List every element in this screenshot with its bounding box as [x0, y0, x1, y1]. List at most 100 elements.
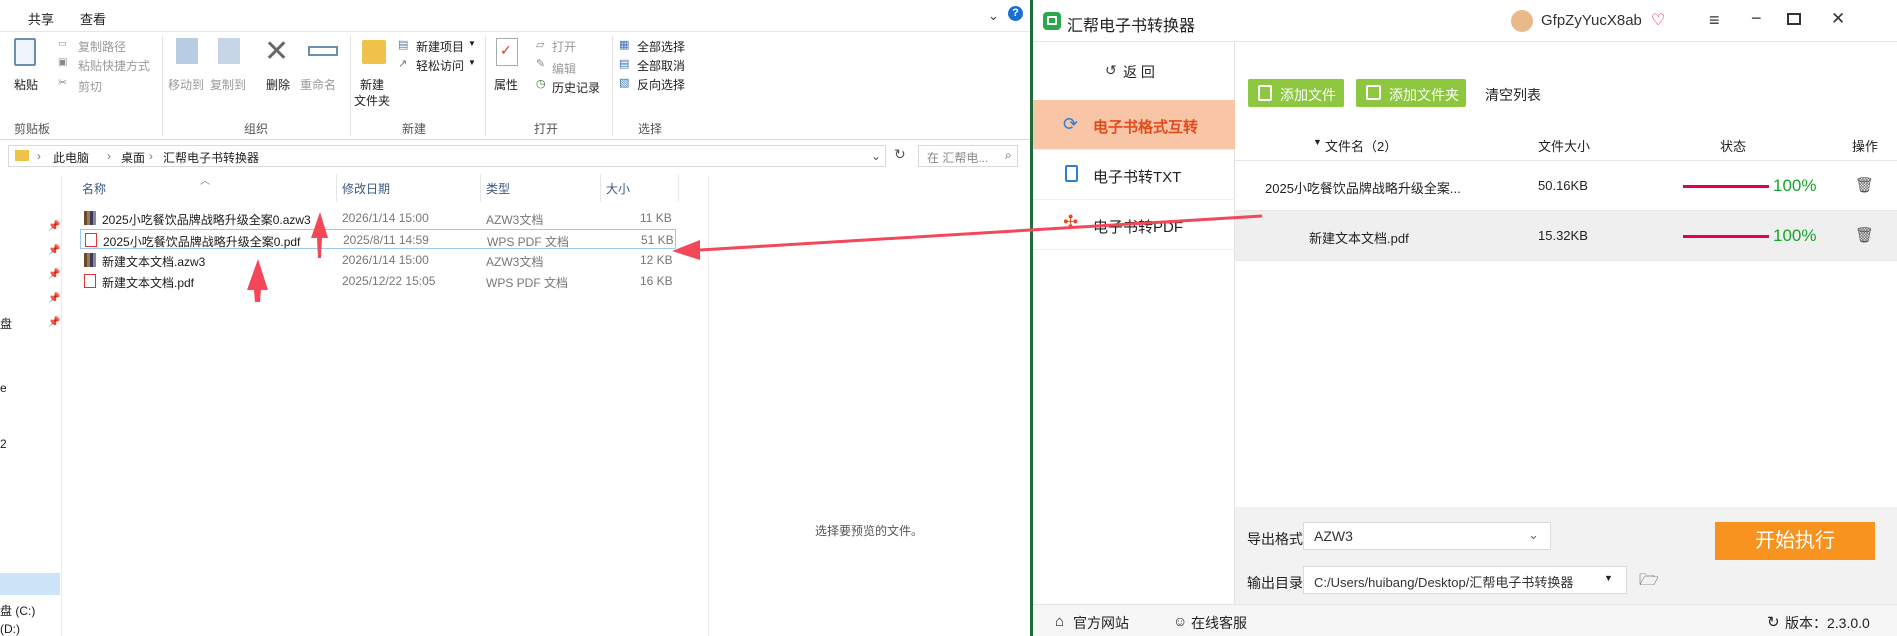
copy-to-button[interactable]: 复制到 — [210, 76, 246, 93]
add-file-icon — [1258, 85, 1272, 101]
search-input[interactable]: 在 汇帮电... — [918, 145, 1018, 167]
output-dir-select[interactable]: C:/Users/huibang/Desktop/汇帮电子书转换器 ▼ — [1303, 566, 1627, 594]
rename-icon — [308, 46, 338, 56]
file-row-selected[interactable]: 2025小吃餐饮品牌战略升级全案0.pdf 2025/8/11 14:59 WP… — [80, 229, 676, 249]
paste-shortcut-button[interactable]: 粘贴快捷方式 — [78, 57, 150, 74]
column-divider[interactable] — [336, 174, 337, 202]
history-button[interactable]: 历史记录 — [552, 79, 600, 96]
column-header-name[interactable]: 名称 — [82, 180, 106, 197]
tab-view[interactable]: 查看 — [80, 9, 106, 28]
minimize-icon[interactable]: − — [1751, 8, 1762, 29]
open-icon: ▱ — [536, 39, 545, 51]
official-website-link[interactable]: 官方网站 — [1073, 613, 1129, 633]
progress-percent: 100% — [1773, 176, 1817, 195]
vip-heart-icon[interactable]: ♡ — [1651, 10, 1665, 30]
sidebar-item-to-pdf[interactable]: ✣ 电子书转PDF — [1033, 200, 1235, 250]
add-file-button[interactable]: 添加文件 — [1248, 79, 1344, 107]
navigation-pane[interactable]: 📌 📌 📌 📌 📌 盘 e 2 盘 (C:) (D:) — [0, 175, 62, 636]
search-icon[interactable]: ⌕ — [1005, 148, 1012, 163]
edit-button[interactable]: 编辑 — [552, 60, 576, 77]
column-header-type[interactable]: 类型 — [486, 180, 510, 197]
table-row-selected[interactable]: 新建文本文档.pdf 15.32KB 100% 🗑 — [1235, 211, 1897, 261]
address-bar[interactable]: › 此电脑 › 桌面 › 汇帮电子书转换器 ⌄ — [8, 145, 886, 167]
export-format-select[interactable]: AZW3 ⌄ — [1303, 522, 1551, 550]
book-logo-icon — [1047, 16, 1057, 25]
app-statusbar: ⌂ 官方网站 ☺ 在线客服 ↻ 版本：2.3.0.0 — [1033, 604, 1897, 636]
sort-down-icon[interactable]: ▼ — [1313, 137, 1322, 147]
trash-icon[interactable]: 🗑 — [1855, 226, 1874, 244]
group-label-select: 选择 — [638, 122, 663, 136]
add-folder-icon — [1366, 85, 1381, 100]
online-support-link[interactable]: 在线客服 — [1191, 613, 1247, 633]
add-folder-label: 添加文件夹 — [1389, 87, 1459, 103]
ribbon-toolbar: 粘贴 ▭ 复制路径 ▣ 粘贴快捷方式 ✂ 剪切 剪贴板 移动到 复制到 ✕ 删除… — [0, 32, 1030, 140]
open-folder-icon[interactable]: 🗁 — [1639, 569, 1659, 596]
open-button[interactable]: 打开 — [552, 38, 576, 55]
select-none-button[interactable]: 全部取消 — [637, 57, 685, 74]
column-header-modified[interactable]: 修改日期 — [342, 180, 390, 197]
add-folder-button[interactable]: 添加文件夹 — [1356, 79, 1466, 107]
ribbon-tab-bar: 共享 查看 ⌄ ? — [0, 0, 1030, 32]
nav-item-fragment[interactable]: e — [0, 381, 7, 395]
nav-item-selected[interactable] — [0, 573, 60, 595]
row-filesize: 50.16KB — [1538, 178, 1588, 193]
paste-button[interactable]: 粘贴 — [14, 76, 38, 93]
start-button[interactable]: 开始执行 — [1715, 522, 1875, 560]
maximize-icon[interactable] — [1787, 13, 1801, 25]
breadcrumb-this-pc[interactable]: 此电脑 — [53, 149, 89, 166]
properties-button[interactable]: 属性 — [494, 76, 518, 93]
column-header-size[interactable]: 大小 — [606, 180, 630, 197]
cut-button[interactable]: 剪切 — [78, 78, 102, 95]
nav-item-fragment[interactable]: 2 — [0, 437, 7, 451]
new-item-button[interactable]: 新建项目 — [416, 38, 464, 55]
sidebar-item-to-txt[interactable]: 电子书转TXT — [1033, 150, 1235, 200]
new-folder-button-line1[interactable]: 新建 — [360, 76, 384, 93]
file-row[interactable]: 2025小吃餐饮品牌战略升级全案0.azw3 2026/1/14 15:00 A… — [80, 208, 676, 228]
add-file-label: 添加文件 — [1280, 87, 1336, 103]
back-button[interactable]: ↺ 返 回 — [1033, 42, 1235, 100]
username[interactable]: GfpZyYucX8ab — [1541, 12, 1642, 29]
nav-item-drive-c[interactable]: 盘 (C:) — [0, 602, 35, 619]
close-icon[interactable]: ✕ — [1831, 9, 1845, 29]
move-to-button[interactable]: 移动到 — [168, 76, 204, 93]
column-divider[interactable] — [480, 174, 481, 202]
file-modified: 2026/1/14 15:00 — [342, 211, 429, 225]
preview-pane-divider[interactable] — [708, 175, 709, 636]
header-filename[interactable]: 文件名（2） — [1325, 136, 1397, 155]
nav-item-fragment[interactable]: 盘 — [0, 315, 12, 332]
rename-button[interactable]: 重命名 — [300, 76, 336, 93]
file-name: 新建文本文档.pdf — [102, 276, 195, 290]
clear-list-button[interactable]: 清空列表 — [1485, 85, 1541, 105]
tab-share[interactable]: 共享 — [28, 9, 54, 28]
progress-bar — [1683, 235, 1769, 238]
trash-icon[interactable]: 🗑 — [1855, 176, 1874, 194]
new-folder-button-line2[interactable]: 文件夹 — [354, 92, 390, 109]
output-dir-label: 输出目录: — [1247, 575, 1307, 591]
breadcrumb-separator-icon: › — [107, 149, 111, 163]
breadcrumb-current-folder[interactable]: 汇帮电子书转换器 — [163, 149, 259, 166]
breadcrumb-separator-icon: › — [149, 149, 153, 163]
breadcrumb-desktop[interactable]: 桌面 — [121, 149, 145, 166]
column-divider[interactable] — [678, 174, 679, 202]
delete-button[interactable]: 删除 — [266, 76, 290, 93]
file-row[interactable]: 新建文本文档.pdf 2025/12/22 15:05 WPS PDF 文档 1… — [80, 271, 676, 291]
pdf-file-icon — [85, 233, 97, 247]
chevron-down-icon[interactable]: ⌄ — [988, 8, 999, 24]
easy-access-button[interactable]: 轻松访问 — [416, 57, 464, 74]
table-row[interactable]: 2025小吃餐饮品牌战略升级全案... 50.16KB 100% 🗑 — [1235, 161, 1897, 211]
menu-icon[interactable]: ≡ — [1709, 10, 1720, 31]
copy-path-button[interactable]: 复制路径 — [78, 38, 126, 55]
refresh-icon[interactable]: ↻ — [894, 146, 906, 163]
invert-selection-button[interactable]: 反向选择 — [637, 76, 685, 93]
avatar[interactable] — [1511, 10, 1533, 32]
chevron-down-icon[interactable]: ⌄ — [871, 149, 881, 163]
refresh-version-icon: ↻ — [1767, 614, 1780, 631]
sidebar-item-format-convert[interactable]: ⟳ 电子书格式互转 — [1033, 100, 1235, 150]
help-icon[interactable]: ? — [1008, 6, 1023, 21]
file-modified: 2025/12/22 15:05 — [342, 274, 436, 288]
file-size: 16 KB — [640, 274, 673, 288]
file-row[interactable]: 新建文本文档.azw3 2026/1/14 15:00 AZW3文档 12 KB — [80, 250, 676, 270]
column-divider[interactable] — [600, 174, 601, 202]
nav-item-drive-d[interactable]: (D:) — [0, 622, 20, 636]
select-all-button[interactable]: 全部选择 — [637, 38, 685, 55]
